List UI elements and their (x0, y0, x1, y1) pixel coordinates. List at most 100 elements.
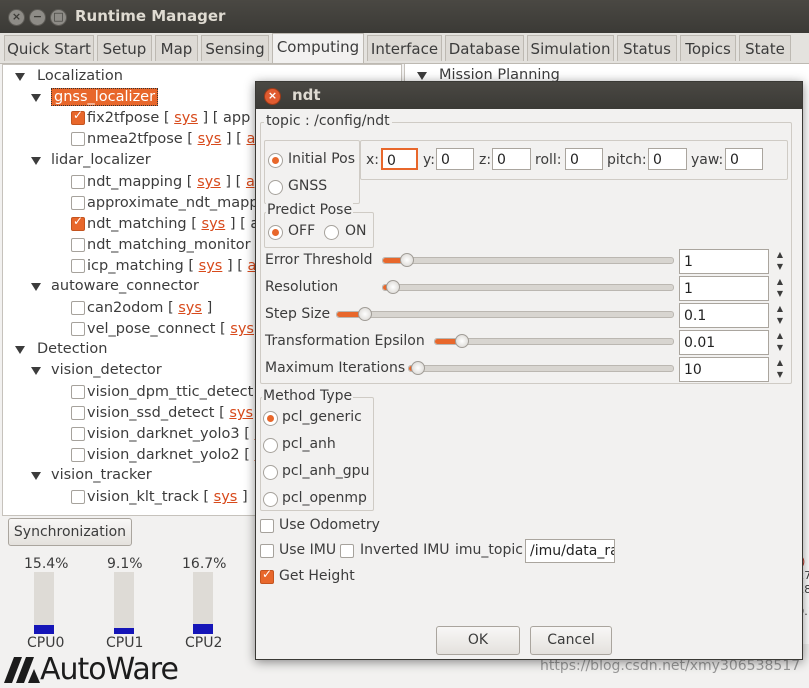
step-size-spinner[interactable]: ▲ ▼ (771, 303, 789, 328)
maximum-iterations-slider[interactable] (408, 361, 674, 375)
tab-quick-start[interactable]: Quick Start (4, 35, 94, 61)
tab-simulation[interactable]: Simulation (527, 35, 614, 61)
dialog-close-icon[interactable]: × (264, 88, 281, 105)
resolution-spinner[interactable]: ▲ ▼ (771, 276, 789, 301)
roll-input[interactable]: 0 (565, 148, 603, 170)
initial-pos-radio[interactable] (268, 153, 283, 168)
error-threshold-slider[interactable] (382, 253, 674, 267)
use-odometry-checkbox[interactable] (260, 519, 274, 533)
tree-can2odom[interactable]: can2odom [ sys ] (87, 298, 212, 318)
vision-darknet-yolo2-checkbox[interactable] (71, 448, 85, 462)
tab-status[interactable]: Status (617, 35, 677, 61)
tree-detection[interactable]: Detection (37, 339, 107, 359)
window-maximize-icon[interactable]: □ (50, 9, 67, 26)
expand-arrow-icon[interactable] (15, 73, 25, 81)
slider-thumb[interactable] (357, 307, 372, 321)
step-size-slider[interactable] (336, 307, 674, 321)
expand-arrow-icon[interactable] (15, 346, 25, 354)
tab-sensing[interactable]: Sensing (201, 35, 269, 61)
vision-ssd-detect-checkbox[interactable] (71, 406, 85, 420)
window-minimize-icon[interactable]: − (29, 9, 46, 26)
gnss-radio[interactable] (268, 180, 283, 195)
slider-thumb[interactable] (410, 361, 425, 375)
tree-ndt-matching-monitor[interactable]: ndt_matching_monitor (87, 235, 251, 255)
vision-dpm-ttic-detect-checkbox[interactable] (71, 385, 85, 399)
x-input[interactable]: 0 (381, 148, 418, 170)
fix2tfpose-checkbox[interactable] (71, 108, 85, 125)
ndt-matching-checkbox[interactable] (71, 214, 85, 231)
tab-state[interactable]: State (739, 35, 791, 61)
tree-vision-klt-track[interactable]: vision_klt_track [ sys ] (87, 487, 248, 507)
tree-vision-ssd-detect[interactable]: vision_ssd_detect [ sys (87, 403, 253, 423)
window-close-icon[interactable]: × (8, 9, 25, 26)
use-imu-checkbox[interactable] (260, 544, 274, 558)
expand-arrow-icon[interactable] (31, 283, 41, 291)
cancel-button[interactable]: Cancel (530, 626, 612, 655)
sys-link[interactable]: sys (198, 131, 222, 147)
slider-thumb[interactable] (385, 280, 400, 294)
tree-vision-dpm-ttic-detect[interactable]: vision_dpm_ttic_detect (87, 382, 253, 402)
maximum-iterations-input[interactable]: 10 (679, 357, 769, 382)
tree-lidar-localizer[interactable]: lidar_localizer (51, 150, 151, 170)
vel-pose-connect-checkbox[interactable] (71, 322, 85, 336)
tree-ndt-mapping[interactable]: ndt_mapping [ sys ] [ ap (87, 172, 264, 192)
tab-topics[interactable]: Topics (680, 35, 736, 61)
maximum-iterations-spinner[interactable]: ▲ ▼ (771, 357, 789, 382)
transformation-epsilon-slider[interactable] (434, 334, 674, 348)
expand-arrow-icon[interactable] (31, 472, 41, 480)
pcl-anh-gpu-radio[interactable] (263, 465, 278, 480)
sys-link[interactable]: sys (197, 174, 221, 190)
tree-autoware-connector[interactable]: autoware_connector (51, 276, 199, 296)
tree-nmea2tfpose[interactable]: nmea2tfpose [ sys ] [ ap (87, 129, 265, 149)
icp-matching-checkbox[interactable] (71, 259, 85, 273)
ndt-matching-monitor-checkbox[interactable] (71, 238, 85, 252)
tab-interface[interactable]: Interface (367, 35, 442, 61)
z-input[interactable]: 0 (492, 148, 531, 170)
pcl-openmp-radio[interactable] (263, 492, 278, 507)
tree-approximate-ndt-mapping[interactable]: approximate_ndt_mappi (87, 193, 263, 213)
error-threshold-input[interactable]: 1 (679, 249, 769, 274)
get-height-checkbox[interactable] (260, 567, 274, 584)
tree-localization[interactable]: Localization (37, 66, 123, 86)
tab-setup[interactable]: Setup (97, 35, 152, 61)
transformation-epsilon-spinner[interactable]: ▲ ▼ (771, 330, 789, 355)
pcl-anh-radio[interactable] (263, 438, 278, 453)
yaw-input[interactable]: 0 (725, 148, 763, 170)
can2odom-checkbox[interactable] (71, 301, 85, 315)
sys-link[interactable]: sys (199, 258, 223, 274)
tree-ndt-matching[interactable]: ndt_matching [ sys ] [ app (87, 214, 278, 234)
ndt-mapping-checkbox[interactable] (71, 175, 85, 189)
nmea2tfpose-checkbox[interactable] (71, 132, 85, 146)
error-threshold-spinner[interactable]: ▲ ▼ (771, 249, 789, 274)
vision-darknet-yolo3-checkbox[interactable] (71, 427, 85, 441)
vision-klt-track-checkbox[interactable] (71, 490, 85, 504)
sys-link[interactable]: sys (229, 405, 253, 421)
pcl-generic-radio[interactable] (263, 411, 278, 426)
tree-vision-detector[interactable]: vision_detector (51, 360, 162, 380)
tree-fix2tfpose[interactable]: fix2tfpose [ sys ] [ app (87, 108, 250, 128)
tree-icp-matching[interactable]: icp_matching [ sys ] [ ap (87, 256, 266, 276)
expand-arrow-icon[interactable] (31, 157, 41, 165)
predict-off-radio[interactable] (268, 225, 283, 240)
resolution-slider[interactable] (382, 280, 674, 294)
sys-link[interactable]: sys (230, 321, 254, 337)
synchronization-button[interactable]: Synchronization (8, 518, 132, 546)
tree-vision-darknet-yolo2[interactable]: vision_darknet_yolo2 [ s (87, 445, 262, 465)
sys-link[interactable]: sys (178, 300, 202, 316)
approximate-ndt-mapping-checkbox[interactable] (71, 196, 85, 210)
expand-arrow-icon[interactable] (31, 367, 41, 375)
sys-link[interactable]: sys (174, 110, 198, 126)
tab-computing[interactable]: Computing (272, 33, 364, 63)
sys-link[interactable]: sys (202, 216, 226, 232)
step-size-input[interactable]: 0.1 (679, 303, 769, 328)
tab-map[interactable]: Map (155, 35, 198, 61)
tree-vision-tracker[interactable]: vision_tracker (51, 465, 152, 485)
expand-arrow-icon[interactable] (31, 94, 41, 102)
predict-on-radio[interactable] (324, 225, 339, 240)
resolution-input[interactable]: 1 (679, 276, 769, 301)
tree-vel-pose-connect[interactable]: vel_pose_connect [ sys (87, 319, 254, 339)
imu-topic-input[interactable]: /imu/data_ra (525, 539, 615, 563)
expand-arrow-icon[interactable] (417, 72, 427, 80)
sys-link[interactable]: sys (214, 489, 238, 505)
y-input[interactable]: 0 (436, 148, 474, 170)
